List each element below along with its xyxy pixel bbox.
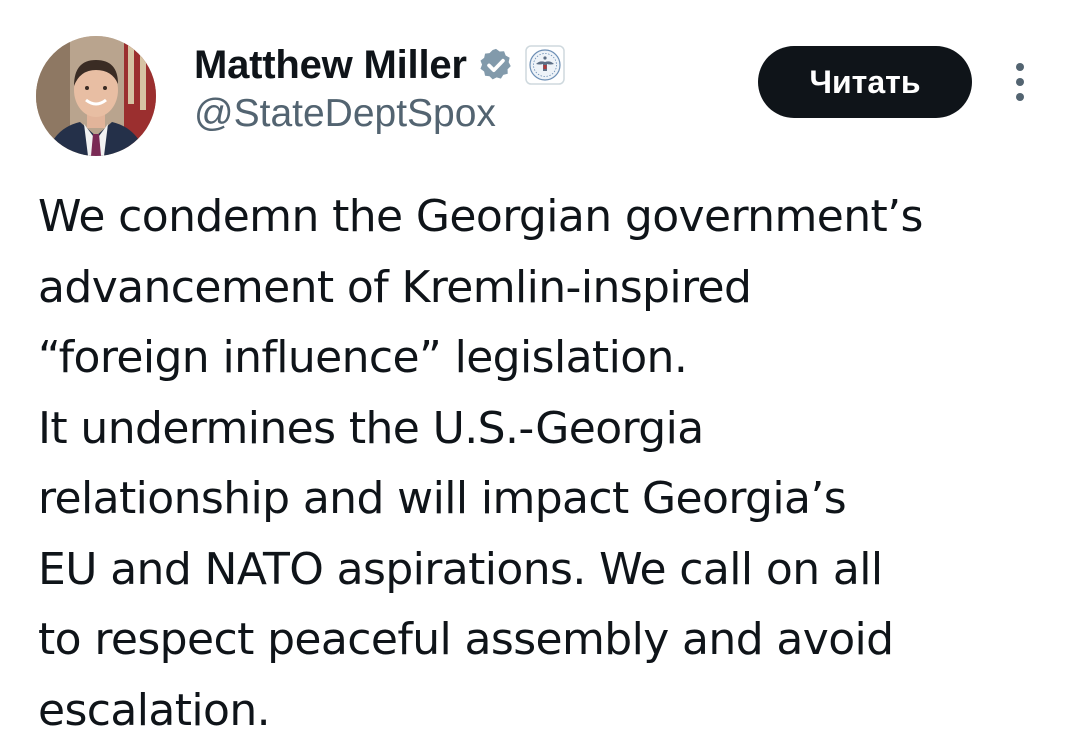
state-department-seal-icon[interactable] bbox=[525, 45, 565, 85]
tweet-card: Matthew Miller @StateDeptSpox Читать We … bbox=[0, 0, 1080, 750]
tweet-text-line: advancement of Kremlin-inspired bbox=[38, 261, 752, 313]
tweet-text-line: escalation. bbox=[38, 684, 271, 736]
tweet-text-line: We condemn the Georgian government’s bbox=[38, 191, 923, 242]
tweet-text-line: relationship and will impact Georgia’s bbox=[38, 473, 847, 524]
author-display-name[interactable]: Matthew Miller bbox=[194, 43, 467, 88]
verified-badge-icon[interactable] bbox=[477, 46, 515, 84]
tweet-text-line: “foreign influence” legislation. bbox=[38, 332, 688, 383]
avatar-photo bbox=[36, 36, 156, 156]
avatar[interactable] bbox=[36, 36, 156, 156]
follow-button[interactable]: Читать bbox=[758, 46, 972, 118]
more-vertical-icon[interactable] bbox=[1006, 60, 1034, 104]
author-name-row: Matthew Miller bbox=[194, 38, 565, 92]
tweet-text: We condemn the Georgian government’s adv… bbox=[38, 182, 1068, 746]
tweet-text-line: to respect peaceful assembly and avoid bbox=[38, 614, 894, 665]
tweet-text-line: It undermines the U.S.-Georgia bbox=[38, 402, 704, 454]
tweet-text-line: EU and NATO aspirations. We call on all bbox=[38, 543, 883, 595]
author-handle[interactable]: @StateDeptSpox bbox=[194, 92, 496, 136]
